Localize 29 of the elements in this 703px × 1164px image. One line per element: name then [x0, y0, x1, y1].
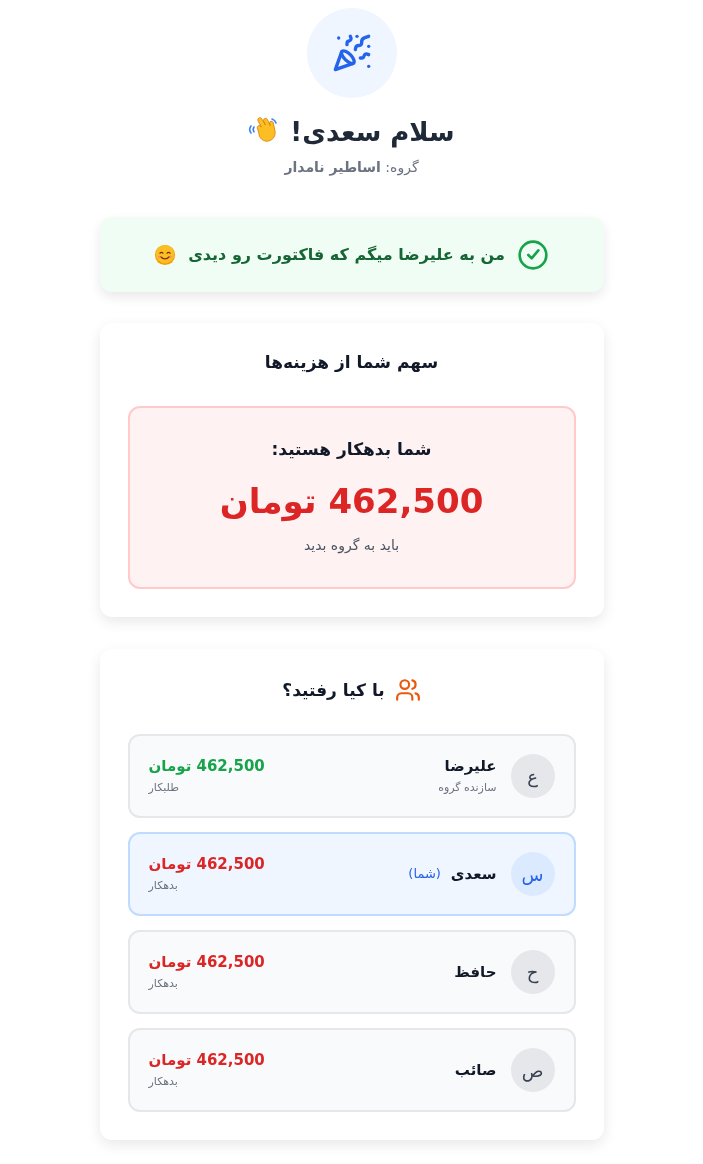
- card-title: با کیا رفتید؟: [282, 679, 385, 702]
- notice-text: من به علیرضا میگم که فاکتورت رو دیدی: [188, 243, 505, 266]
- smiling-face-icon: [154, 243, 177, 266]
- you-tag: (شما): [408, 864, 441, 884]
- member-name: سعدی: [450, 864, 497, 885]
- member-amount: 462,500 تومان: [148, 1050, 265, 1071]
- users-icon: [394, 677, 421, 703]
- member-name: صائب: [454, 1060, 497, 1081]
- member-status: بدهکار: [148, 1074, 178, 1090]
- member-status: طلبکار: [148, 780, 179, 796]
- member-name: حافظ: [454, 962, 497, 983]
- member-avatar: ع: [510, 754, 555, 798]
- group-name-line: گروه: اساطیر نامدار: [283, 158, 420, 178]
- member-role: سازنده گروه: [438, 780, 497, 796]
- member-amount: 462,500 تومان: [148, 854, 265, 875]
- member-status: بدهکار: [148, 976, 178, 992]
- balance-amount: 462,500 تومان: [218, 480, 485, 524]
- member-avatar: س: [510, 852, 555, 896]
- balance-note: باید به گروه بدید: [302, 536, 401, 556]
- member-amount: 462,500 تومان: [148, 952, 265, 973]
- balance-label: شما بدهکار هستید:: [270, 438, 433, 461]
- card-title: سهم شما از هزینه‌ها: [263, 351, 440, 375]
- member-name: علیرضا: [444, 756, 497, 777]
- check-circle-icon: [516, 238, 549, 271]
- member-amount: 462,500 تومان: [148, 756, 265, 777]
- member-avatar: ح: [510, 950, 555, 994]
- greeting-title: سلام سعدی!: [290, 116, 455, 150]
- member-status: بدهکار: [148, 878, 178, 894]
- member-avatar: ص: [510, 1048, 555, 1092]
